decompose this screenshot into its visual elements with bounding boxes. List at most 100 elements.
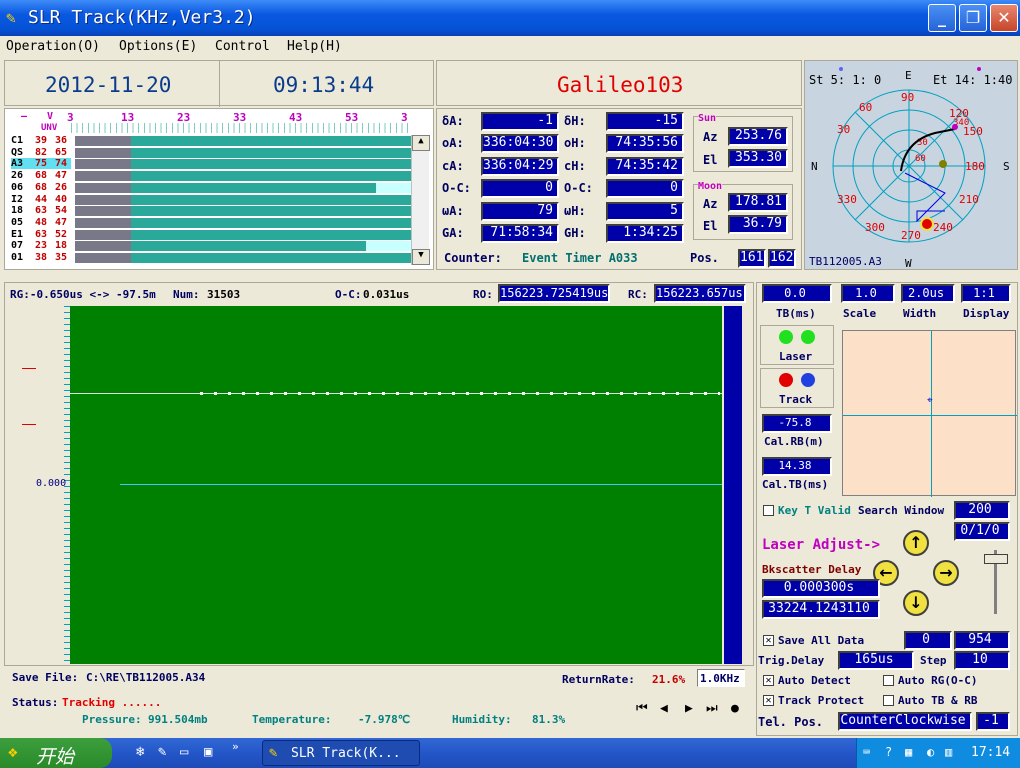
pass-a: 63 <box>35 228 48 240</box>
list-item[interactable]: E1 63 52 <box>11 229 431 240</box>
pass-bar-past <box>75 182 131 193</box>
list-item[interactable]: 18 63 54 <box>11 205 431 217</box>
pointing-label-oA: oA: <box>442 136 464 151</box>
display-value[interactable]: 1:1 <box>961 284 1011 303</box>
pass-b: 18 <box>55 240 68 252</box>
trig-delay-label: Trig.Delay <box>758 654 825 667</box>
play-icon[interactable]: ▶ <box>685 701 693 716</box>
record-icon[interactable]: ● <box>731 701 739 716</box>
track-protect-checkbox[interactable]: ✕ <box>763 695 774 706</box>
width-value[interactable]: 2.0us <box>901 284 955 303</box>
save-file-label: Save File: <box>12 671 79 684</box>
quicklaunch-icon-3[interactable]: ▭ <box>180 744 188 760</box>
range-axis: 0.000 <box>8 306 70 664</box>
search-window-label: Search Window <box>858 504 945 517</box>
pointing-value-dH: -15 <box>606 112 684 131</box>
quicklaunch-icon-2[interactable]: ✎ <box>158 744 166 760</box>
tray-icon-keyboard[interactable]: ⌨ <box>863 745 870 759</box>
sun-el-label: El <box>703 153 718 167</box>
menu-help[interactable]: Help(H) <box>287 39 342 54</box>
pass-b: 47 <box>55 216 68 228</box>
pointing-label-cA: cA: <box>442 158 464 173</box>
range-plot <box>70 306 722 664</box>
ring-label-60: 60 <box>859 101 872 114</box>
quicklaunch-icon-4[interactable]: ▣ <box>204 744 212 760</box>
auto-rg-checkbox[interactable] <box>883 675 894 686</box>
down-arrow-button[interactable]: ↓ <box>903 590 929 616</box>
up-arrow-button[interactable]: ↑ <box>903 530 929 556</box>
list-item[interactable]: 05 48 47 <box>11 217 431 228</box>
scale-value[interactable]: 1.0 <box>841 284 895 303</box>
save-file-value: C:\RE\TB112005.A34 <box>86 671 206 684</box>
laser-label: Laser <box>779 350 813 363</box>
pass-bar-past <box>75 206 131 217</box>
pressure-value: 991.504mb <box>148 713 208 726</box>
moon-az-value: 178.81 <box>728 193 788 212</box>
tray-icon-network[interactable]: ▦ <box>905 745 912 759</box>
v-label: — <box>21 111 28 122</box>
west-label: W <box>905 257 912 270</box>
track-end-marker <box>952 124 958 130</box>
pass-bar-past <box>75 159 131 170</box>
moon-el-value: 36.79 <box>728 215 788 234</box>
menu-control[interactable]: Control <box>215 39 270 54</box>
skip-start-icon[interactable]: ⏮ <box>636 701 648 716</box>
minimize-button[interactable]: _ <box>928 4 956 32</box>
pass-name: 06 <box>11 181 24 193</box>
track-label: Track <box>779 393 813 406</box>
maximize-button[interactable]: ❐ <box>959 4 987 32</box>
skip-end-icon[interactable]: ⏭ <box>706 701 718 716</box>
pass-name: QS <box>11 146 24 158</box>
list-item[interactable]: 01 38 35 <box>11 252 431 263</box>
adjust-slider[interactable] <box>980 550 1012 614</box>
search-window-value-2[interactable]: 0/1/0 <box>954 522 1010 541</box>
pass-a: 63 <box>35 205 48 217</box>
list-item[interactable]: I2 44 40 <box>11 194 431 205</box>
quicklaunch-icon[interactable]: ❄ <box>136 744 144 760</box>
pass-a: 48 <box>35 216 48 228</box>
width-label: Width <box>903 307 937 320</box>
moon-el-label: El <box>703 219 718 233</box>
save-all-data-checkbox[interactable]: ✕ <box>763 635 774 646</box>
list-item[interactable]: QS 82 65 <box>11 147 431 158</box>
pointing-value-dA: -1 <box>481 112 559 131</box>
pass-scrollbar[interactable]: ▲ ▼ <box>411 135 430 265</box>
sky-plot: N S E W 90 120 150 180 210 240 270 300 3… <box>811 67 1010 270</box>
sun-el-value: 353.30 <box>728 149 788 168</box>
pass-ruler <box>71 123 411 133</box>
menu-operation[interactable]: Operation(O) <box>6 39 100 54</box>
list-item[interactable]: 06 68 26 <box>11 182 431 193</box>
tray-icon-volume[interactable]: ◐ <box>927 745 934 759</box>
pass-a: 75 <box>35 158 48 170</box>
list-item[interactable]: A3 75 74 <box>11 158 431 170</box>
tray-icon-net2[interactable]: ▥ <box>945 745 952 759</box>
pointing-value-cA: 336:04:29 <box>481 156 559 176</box>
list-item[interactable]: 26 68 47 <box>11 170 431 182</box>
auto-tb-checkbox[interactable] <box>883 695 894 706</box>
task-button[interactable]: ✎ SLR Track(K... <box>262 740 420 766</box>
right-arrow-button[interactable]: → <box>933 560 959 586</box>
key-t-valid-checkbox[interactable] <box>763 505 774 516</box>
pass-bar-past <box>75 171 131 182</box>
ring-label-240: 240 <box>933 221 953 234</box>
pass-a: 44 <box>35 193 48 205</box>
start-button[interactable]: ❖ 开始 <box>0 738 112 768</box>
rc-value: 156223.657us <box>654 284 746 303</box>
rg-label: RG:-0.650us <-> -97.5m <box>10 288 156 301</box>
list-item[interactable]: 07 23 18 <box>11 240 431 252</box>
pass-a: 68 <box>35 170 48 182</box>
search-window-value[interactable]: 200 <box>954 501 1010 520</box>
list-item[interactable]: C1 39 36 <box>11 135 431 146</box>
range-scroll[interactable] <box>724 306 742 664</box>
prev-icon[interactable]: ◀ <box>660 701 668 716</box>
step-value[interactable]: 10 <box>954 651 1010 670</box>
status-value: Tracking ...... <box>62 696 162 709</box>
trig-delay-value[interactable]: 165us <box>838 651 914 670</box>
auto-detect-checkbox[interactable]: ✕ <box>763 675 774 686</box>
menu-options[interactable]: Options(E) <box>119 39 197 54</box>
tray-icon-help[interactable]: ? <box>885 745 892 759</box>
close-button[interactable]: ✕ <box>990 4 1018 32</box>
tb-value[interactable]: 0.0 <box>762 284 832 303</box>
title-bar: ✎ SLR Track(KHz,Ver3.2) _ ❐ ✕ <box>0 0 1020 36</box>
pointing-value-wA: 79 <box>481 201 559 221</box>
